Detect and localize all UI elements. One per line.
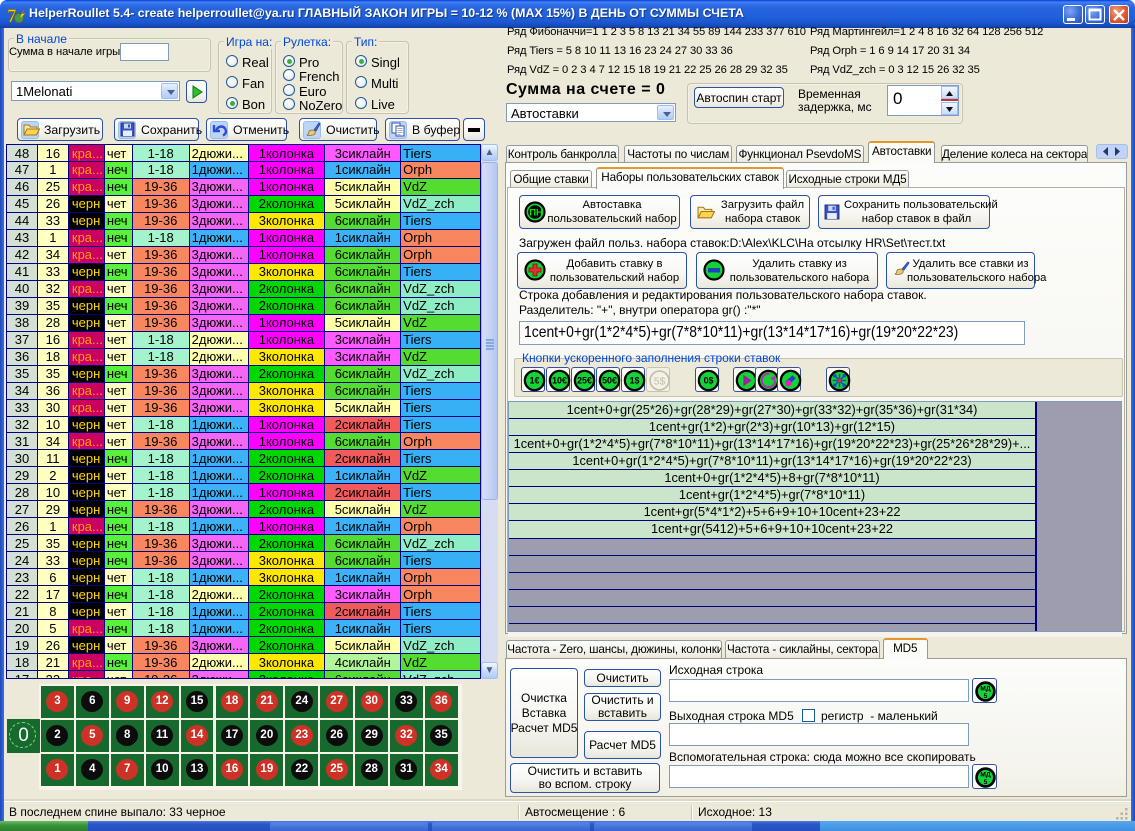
svg-text:25€: 25€ [577,376,592,386]
svg-text:10€: 10€ [552,376,567,386]
svg-text:МД: МД [980,771,991,778]
svg-text:1$: 1$ [629,376,639,386]
svg-text:ПН: ПН [529,208,543,219]
svg-text:5: 5 [983,779,987,786]
svg-text:МД: МД [980,685,991,692]
svg-text:5$: 5$ [653,377,665,388]
svg-text:5: 5 [983,693,987,700]
svg-text:0$: 0$ [703,376,713,386]
svg-text:1€: 1€ [529,376,539,386]
svg-text:50€: 50€ [602,376,617,386]
